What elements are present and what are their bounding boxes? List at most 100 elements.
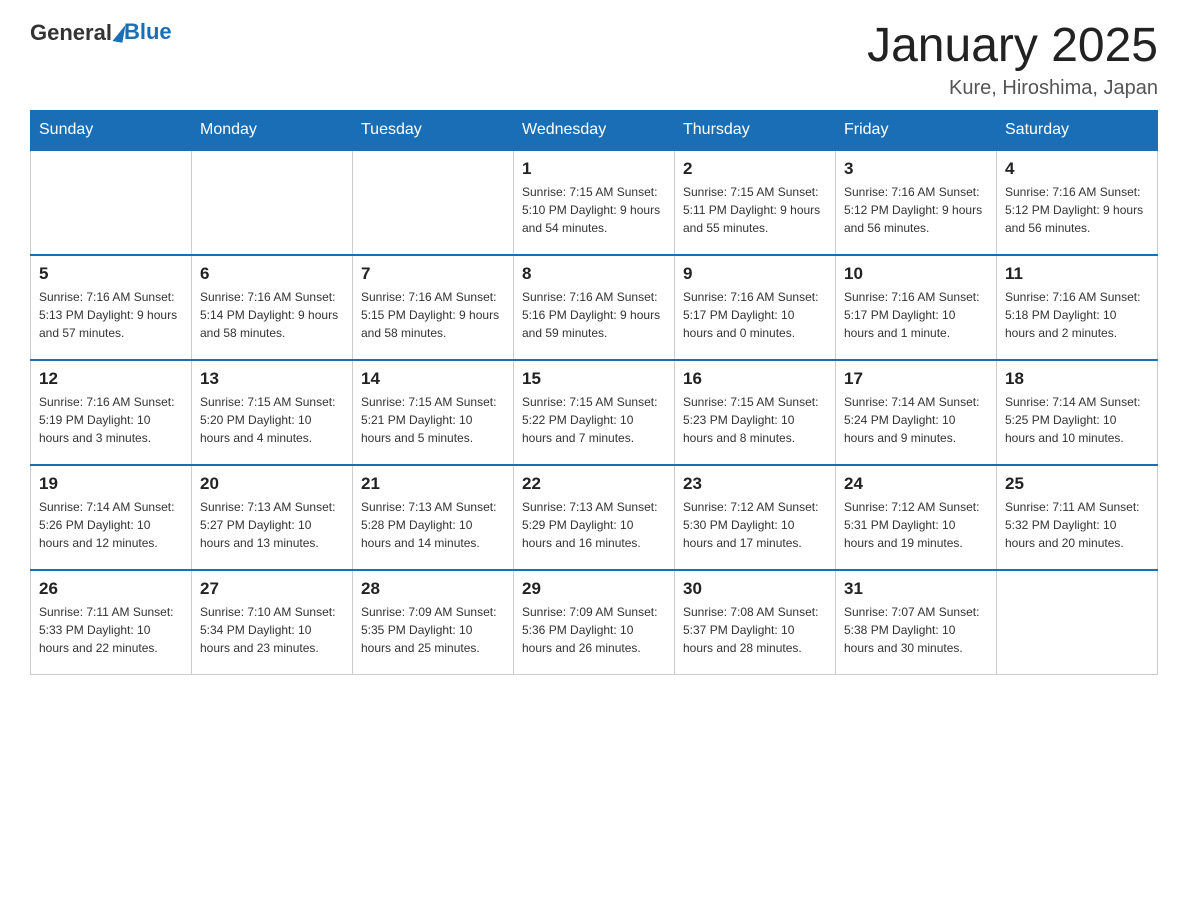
header-cell-wednesday: Wednesday xyxy=(514,110,675,150)
day-number: 16 xyxy=(683,369,827,389)
calendar-cell: 30Sunrise: 7:08 AM Sunset: 5:37 PM Dayli… xyxy=(675,570,836,675)
day-number: 11 xyxy=(1005,264,1149,284)
day-info: Sunrise: 7:09 AM Sunset: 5:35 PM Dayligh… xyxy=(361,603,505,657)
header-cell-thursday: Thursday xyxy=(675,110,836,150)
title-section: January 2025 Kure, Hiroshima, Japan xyxy=(867,20,1158,100)
day-number: 12 xyxy=(39,369,183,389)
calendar-cell: 9 Sunrise: 7:16 AM Sunset: 5:17 PM Daylig… xyxy=(675,255,836,360)
day-number: 8 xyxy=(522,264,666,284)
logo: General Blue xyxy=(30,20,172,46)
day-number: 4 xyxy=(1005,159,1149,179)
calendar-cell: 17 Sunrise: 7:14 AM Sunset: 5:24 PM Dayli… xyxy=(836,360,997,465)
day-number: 21 xyxy=(361,474,505,494)
week-row-4: 19 Sunrise: 7:14 AM Sunset: 5:26 PM Dayli… xyxy=(31,465,1158,570)
day-info: Sunrise: 7:08 AM Sunset: 5:37 PM Dayligh… xyxy=(683,603,827,657)
day-number: 1 xyxy=(522,159,666,179)
week-row-5: 26 Sunrise: 7:11 AM Sunset: 5:33 PM Dayli… xyxy=(31,570,1158,675)
calendar-cell: 21 Sunrise: 7:13 AM Sunset: 5:28 PM Dayli… xyxy=(353,465,514,570)
day-info: Sunrise: 7:15 AM Sunset: 5:22 PM Dayligh… xyxy=(522,393,666,447)
header-cell-friday: Friday xyxy=(836,110,997,150)
header-cell-monday: Monday xyxy=(192,110,353,150)
day-info: Sunrise: 7:15 AM Sunset: 5:23 PM Dayligh… xyxy=(683,393,827,447)
calendar-cell: 26 Sunrise: 7:11 AM Sunset: 5:33 PM Dayli… xyxy=(31,570,192,675)
day-number: 22 xyxy=(522,474,666,494)
calendar-cell: 31 Sunrise: 7:07 AM Sunset: 5:38 PM Dayli… xyxy=(836,570,997,675)
day-info: Sunrise: 7:16 AM Sunset: 5:14 PM Dayligh… xyxy=(200,288,344,342)
day-info: Sunrise: 7:14 AM Sunset: 5:24 PM Dayligh… xyxy=(844,393,988,447)
day-number: 18 xyxy=(1005,369,1149,389)
day-number: 10 xyxy=(844,264,988,284)
day-info: Sunrise: 7:12 AM Sunset: 5:30 PM Dayligh… xyxy=(683,498,827,552)
day-number: 25 xyxy=(1005,474,1149,494)
logo-text-general: General xyxy=(30,20,112,46)
day-info: Sunrise: 7:16 AM Sunset: 5:17 PM Dayligh… xyxy=(683,288,827,342)
day-number: 9 xyxy=(683,264,827,284)
calendar-cell: 25 Sunrise: 7:11 AM Sunset: 5:32 PM Dayli… xyxy=(997,465,1158,570)
calendar-cell: 22Sunrise: 7:13 AM Sunset: 5:29 PM Dayli… xyxy=(514,465,675,570)
day-info: Sunrise: 7:13 AM Sunset: 5:28 PM Dayligh… xyxy=(361,498,505,552)
calendar-cell: 11Sunrise: 7:16 AM Sunset: 5:18 PM Dayli… xyxy=(997,255,1158,360)
day-number: 24 xyxy=(844,474,988,494)
location: Kure, Hiroshima, Japan xyxy=(867,77,1158,100)
day-number: 27 xyxy=(200,579,344,599)
header-cell-tuesday: Tuesday xyxy=(353,110,514,150)
day-number: 15 xyxy=(522,369,666,389)
day-number: 17 xyxy=(844,369,988,389)
day-info: Sunrise: 7:16 AM Sunset: 5:16 PM Dayligh… xyxy=(522,288,666,342)
day-number: 29 xyxy=(522,579,666,599)
day-info: Sunrise: 7:11 AM Sunset: 5:33 PM Dayligh… xyxy=(39,603,183,657)
calendar-cell: 2 Sunrise: 7:15 AM Sunset: 5:11 PM Daylig… xyxy=(675,150,836,255)
calendar-cell: 8 Sunrise: 7:16 AM Sunset: 5:16 PM Daylig… xyxy=(514,255,675,360)
logo-text-blue: Blue xyxy=(124,19,172,45)
calendar-cell: 16 Sunrise: 7:15 AM Sunset: 5:23 PM Dayli… xyxy=(675,360,836,465)
day-number: 20 xyxy=(200,474,344,494)
day-number: 6 xyxy=(200,264,344,284)
calendar-cell xyxy=(997,570,1158,675)
day-number: 28 xyxy=(361,579,505,599)
calendar-cell: 1 Sunrise: 7:15 AM Sunset: 5:10 PM Daylig… xyxy=(514,150,675,255)
day-info: Sunrise: 7:16 AM Sunset: 5:12 PM Dayligh… xyxy=(1005,183,1149,237)
calendar-cell: 12Sunrise: 7:16 AM Sunset: 5:19 PM Dayli… xyxy=(31,360,192,465)
day-number: 31 xyxy=(844,579,988,599)
calendar-cell: 14Sunrise: 7:15 AM Sunset: 5:21 PM Dayli… xyxy=(353,360,514,465)
day-number: 7 xyxy=(361,264,505,284)
calendar-cell: 10 Sunrise: 7:16 AM Sunset: 5:17 PM Dayli… xyxy=(836,255,997,360)
day-info: Sunrise: 7:11 AM Sunset: 5:32 PM Dayligh… xyxy=(1005,498,1149,552)
calendar-cell: 18Sunrise: 7:14 AM Sunset: 5:25 PM Dayli… xyxy=(997,360,1158,465)
day-info: Sunrise: 7:15 AM Sunset: 5:20 PM Dayligh… xyxy=(200,393,344,447)
day-number: 3 xyxy=(844,159,988,179)
day-number: 13 xyxy=(200,369,344,389)
day-info: Sunrise: 7:15 AM Sunset: 5:21 PM Dayligh… xyxy=(361,393,505,447)
calendar-body: 1 Sunrise: 7:15 AM Sunset: 5:10 PM Daylig… xyxy=(31,150,1158,675)
day-number: 2 xyxy=(683,159,827,179)
calendar-cell xyxy=(192,150,353,255)
day-info: Sunrise: 7:16 AM Sunset: 5:12 PM Dayligh… xyxy=(844,183,988,237)
day-info: Sunrise: 7:15 AM Sunset: 5:11 PM Dayligh… xyxy=(683,183,827,237)
calendar-cell: 24 Sunrise: 7:12 AM Sunset: 5:31 PM Dayli… xyxy=(836,465,997,570)
calendar-table: SundayMondayTuesdayWednesdayThursdayFrid… xyxy=(30,110,1158,676)
day-number: 19 xyxy=(39,474,183,494)
calendar-cell: 29 Sunrise: 7:09 AM Sunset: 5:36 PM Dayli… xyxy=(514,570,675,675)
header-cell-saturday: Saturday xyxy=(997,110,1158,150)
day-info: Sunrise: 7:09 AM Sunset: 5:36 PM Dayligh… xyxy=(522,603,666,657)
day-info: Sunrise: 7:15 AM Sunset: 5:10 PM Dayligh… xyxy=(522,183,666,237)
day-info: Sunrise: 7:10 AM Sunset: 5:34 PM Dayligh… xyxy=(200,603,344,657)
day-number: 5 xyxy=(39,264,183,284)
day-info: Sunrise: 7:12 AM Sunset: 5:31 PM Dayligh… xyxy=(844,498,988,552)
calendar-cell: 4 Sunrise: 7:16 AM Sunset: 5:12 PM Daylig… xyxy=(997,150,1158,255)
calendar-cell: 13 Sunrise: 7:15 AM Sunset: 5:20 PM Dayli… xyxy=(192,360,353,465)
calendar-cell: 5Sunrise: 7:16 AM Sunset: 5:13 PM Daylig… xyxy=(31,255,192,360)
day-number: 26 xyxy=(39,579,183,599)
week-row-2: 5Sunrise: 7:16 AM Sunset: 5:13 PM Daylig… xyxy=(31,255,1158,360)
day-info: Sunrise: 7:14 AM Sunset: 5:26 PM Dayligh… xyxy=(39,498,183,552)
day-info: Sunrise: 7:07 AM Sunset: 5:38 PM Dayligh… xyxy=(844,603,988,657)
calendar-cell: 23 Sunrise: 7:12 AM Sunset: 5:30 PM Dayli… xyxy=(675,465,836,570)
calendar-cell: 20 Sunrise: 7:13 AM Sunset: 5:27 PM Dayli… xyxy=(192,465,353,570)
day-info: Sunrise: 7:13 AM Sunset: 5:27 PM Dayligh… xyxy=(200,498,344,552)
day-info: Sunrise: 7:16 AM Sunset: 5:17 PM Dayligh… xyxy=(844,288,988,342)
calendar-cell xyxy=(31,150,192,255)
day-number: 23 xyxy=(683,474,827,494)
calendar-cell: 27 Sunrise: 7:10 AM Sunset: 5:34 PM Dayli… xyxy=(192,570,353,675)
calendar-cell: 19 Sunrise: 7:14 AM Sunset: 5:26 PM Dayli… xyxy=(31,465,192,570)
calendar-cell: 7Sunrise: 7:16 AM Sunset: 5:15 PM Daylig… xyxy=(353,255,514,360)
